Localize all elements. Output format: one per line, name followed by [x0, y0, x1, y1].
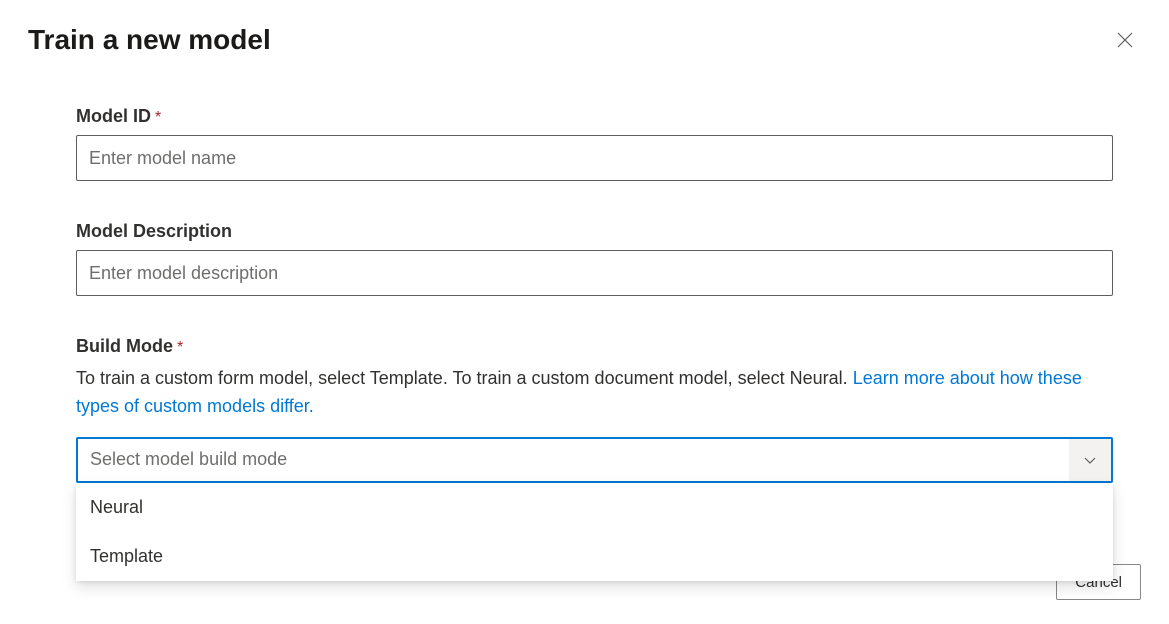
dialog-header: Train a new model	[28, 24, 1141, 56]
build-mode-field: Build Mode* To train a custom form model…	[76, 336, 1113, 483]
build-mode-label: Build Mode	[76, 336, 173, 356]
option-neural[interactable]: Neural	[76, 483, 1113, 532]
model-id-label: Model ID	[76, 106, 151, 126]
build-mode-label-row: Build Mode*	[76, 336, 1113, 357]
model-description-field: Model Description	[76, 221, 1113, 296]
form-area: Model ID* Model Description Build Mode* …	[28, 106, 1141, 483]
chevron-down-icon	[1083, 453, 1097, 467]
model-id-field: Model ID*	[76, 106, 1113, 181]
dialog-title: Train a new model	[28, 24, 271, 56]
build-mode-dropdown[interactable]: Select model build mode	[76, 437, 1113, 483]
build-mode-options: Neural Template	[76, 483, 1113, 581]
model-id-input[interactable]	[76, 135, 1113, 181]
model-description-label-row: Model Description	[76, 221, 1113, 242]
build-mode-help-text: To train a custom form model, select Tem…	[76, 368, 853, 388]
model-description-label: Model Description	[76, 221, 232, 241]
train-model-dialog: Train a new model Model ID* Model Descri…	[0, 0, 1169, 507]
required-mark: *	[155, 109, 161, 126]
close-icon	[1117, 32, 1133, 48]
build-mode-help: To train a custom form model, select Tem…	[76, 365, 1113, 421]
model-id-label-row: Model ID*	[76, 106, 1113, 127]
build-mode-dropdown-wrap: Select model build mode Neural Template	[76, 437, 1113, 483]
model-description-input[interactable]	[76, 250, 1113, 296]
dropdown-chevron-box	[1069, 439, 1111, 481]
required-mark: *	[177, 339, 183, 356]
close-button[interactable]	[1109, 24, 1141, 56]
option-template[interactable]: Template	[76, 532, 1113, 581]
build-mode-placeholder: Select model build mode	[78, 449, 1069, 470]
